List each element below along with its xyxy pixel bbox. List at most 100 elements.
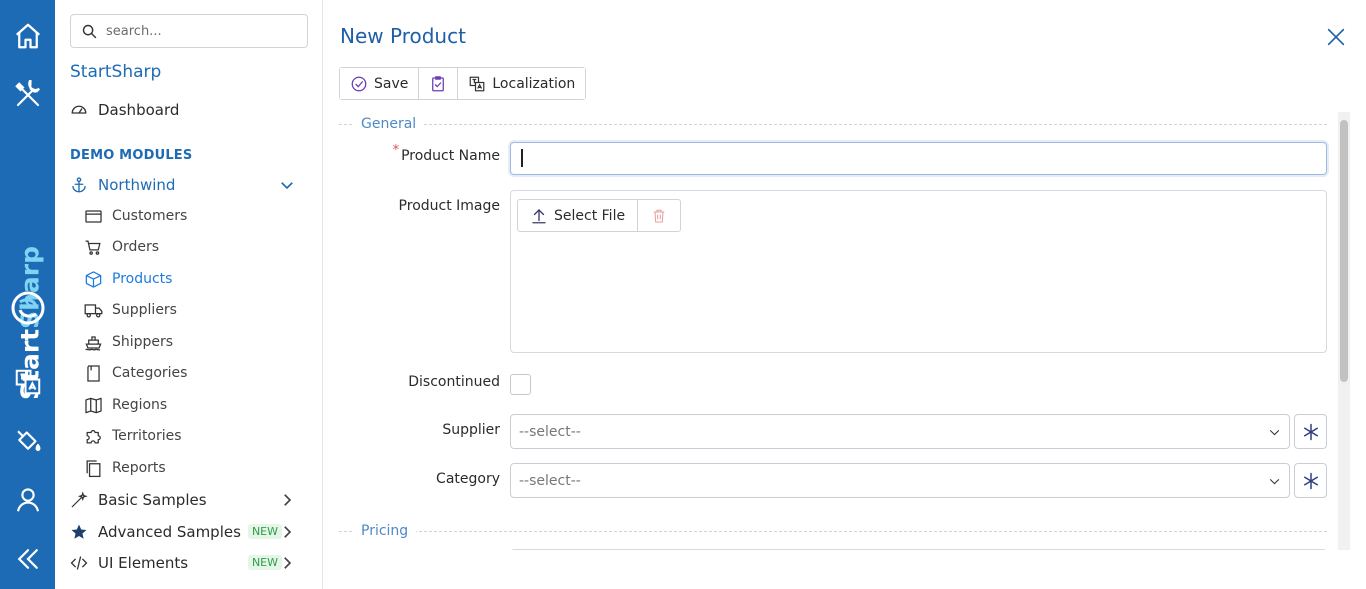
sidebar-item-label: UI Elements [98, 554, 189, 572]
user-icon[interactable] [8, 480, 48, 520]
close-icon[interactable] [1325, 26, 1347, 48]
discontinued-checkbox[interactable] [510, 374, 531, 395]
gauge-icon [71, 105, 87, 114]
sidebar-item-northwind[interactable]: Northwind [70, 172, 310, 198]
category-select[interactable]: --select-- [510, 463, 1290, 498]
sidebar-item-label: Regions [112, 397, 168, 413]
select-file-label: Select File [554, 207, 626, 224]
product-name-label-text: Product Name [401, 148, 500, 164]
category-edit-button[interactable] [1294, 463, 1327, 498]
product-name-input[interactable] [510, 142, 1327, 175]
search-box[interactable] [70, 14, 308, 48]
sidebar-item-shippers[interactable]: Shippers [84, 330, 304, 354]
truck-icon [84, 303, 103, 317]
sidebar-item-customers[interactable]: Customers [84, 204, 304, 228]
sidebar-item-label: Products [112, 271, 173, 287]
sidebar-item-advanced-samples[interactable]: Advanced Samples NEW [70, 519, 310, 545]
box-icon [85, 270, 102, 288]
new-badge: NEW [247, 555, 282, 570]
chevron-down-icon [1269, 429, 1280, 436]
product-image-label: Product Image [398, 198, 500, 214]
save-label: Save [374, 75, 409, 92]
upload-toolbar: Select File [517, 199, 682, 232]
sidebar-item-label: Categories [112, 365, 188, 381]
sidebar-item-label: Orders [112, 239, 160, 255]
asterisk-icon [1303, 472, 1318, 489]
product-name-label: * Product Name [393, 143, 500, 164]
sidebar-item-label: Shippers [112, 334, 174, 350]
sidebar-item-basic-samples[interactable]: Basic Samples [70, 487, 310, 513]
apply-changes-button[interactable] [419, 68, 459, 99]
files-icon [86, 459, 101, 477]
sidebar-item-regions[interactable]: Regions [84, 393, 304, 417]
supplier-select-value: --select-- [519, 423, 581, 440]
brand-swirl-icon [11, 291, 45, 325]
sidebar: StartSharp Dashboard DEMO MODULES Northw… [55, 0, 323, 589]
category-title: Pricing [353, 523, 417, 539]
check-circle-icon [351, 76, 367, 91]
category-select-value: --select-- [519, 472, 581, 489]
category-pricing: Pricing [339, 521, 1327, 541]
sidebar-item-label: Basic Samples [98, 491, 207, 509]
delete-file-button[interactable] [638, 200, 680, 231]
search-icon [82, 24, 97, 38]
icon-rail: StartSharp [0, 0, 55, 589]
translate-icon [470, 76, 485, 91]
sidebar-title: StartSharp [70, 62, 162, 82]
form-scrollbar[interactable] [1338, 112, 1350, 550]
puzzle-icon [86, 429, 101, 443]
category-title: General [353, 116, 425, 132]
sidebar-item-label: Territories [112, 428, 182, 444]
product-image-upload: Select File [510, 190, 1327, 353]
trash-icon [653, 209, 665, 223]
upload-icon [532, 208, 546, 223]
wand-icon [71, 491, 88, 508]
pricing-field-partial[interactable] [510, 549, 1327, 550]
sidebar-item-dashboard[interactable]: Dashboard [70, 97, 310, 123]
dialog-toolbar: Save Localization [339, 67, 587, 100]
section-header-demo-modules: DEMO MODULES [70, 148, 193, 163]
code-icon [70, 556, 88, 570]
sidebar-item-ui-elements[interactable]: UI Elements NEW [70, 550, 310, 576]
tools-icon[interactable] [8, 75, 48, 115]
app-root: StartSharp StartSharp Dashboa [0, 0, 1366, 589]
search-input[interactable] [106, 23, 296, 39]
cart-icon [85, 240, 101, 255]
home-icon[interactable] [8, 16, 48, 56]
scrollbar-thumb[interactable] [1340, 120, 1348, 382]
text-cursor [521, 149, 523, 167]
sidebar-item-products[interactable]: Products [84, 267, 304, 291]
ship-icon [85, 335, 102, 350]
select-file-button[interactable]: Select File [518, 200, 639, 231]
sidebar-item-reports[interactable]: Reports [84, 456, 304, 480]
required-marker: * [392, 143, 400, 158]
sidebar-item-suppliers[interactable]: Suppliers [84, 298, 304, 322]
discontinued-label: Discontinued [408, 374, 500, 390]
brand-logo: StartSharp [3, 128, 53, 400]
collapse-icon[interactable] [8, 539, 48, 579]
supplier-select[interactable]: --select-- [510, 414, 1290, 449]
category-divider [339, 531, 1327, 532]
chevron-down-icon [1269, 478, 1280, 485]
asterisk-icon [1303, 423, 1318, 440]
localization-button[interactable]: Localization [458, 68, 586, 99]
map-icon [85, 397, 102, 413]
save-button[interactable]: Save [340, 68, 420, 99]
sidebar-item-label: Customers [112, 208, 188, 224]
supplier-edit-button[interactable] [1294, 414, 1327, 449]
sidebar-item-label: Northwind [98, 176, 176, 194]
anchor-icon [72, 177, 86, 193]
sidebar-item-categories[interactable]: Categories [84, 361, 304, 385]
supplier-label: Supplier [442, 422, 500, 438]
category-general: General [339, 114, 1327, 134]
paint-bucket-icon[interactable] [8, 420, 48, 460]
chevron-right-icon [284, 526, 292, 538]
sidebar-item-orders[interactable]: Orders [84, 235, 304, 259]
sidebar-item-territories[interactable]: Territories [84, 424, 304, 448]
category-divider [339, 124, 1327, 125]
localization-icon[interactable] [8, 362, 48, 402]
card-icon [85, 209, 102, 223]
sidebar-item-label: Advanced Samples [98, 523, 241, 541]
localization-label: Localization [492, 75, 576, 92]
dialog-form: General * Product Name Product Image Sele… [339, 112, 1337, 550]
